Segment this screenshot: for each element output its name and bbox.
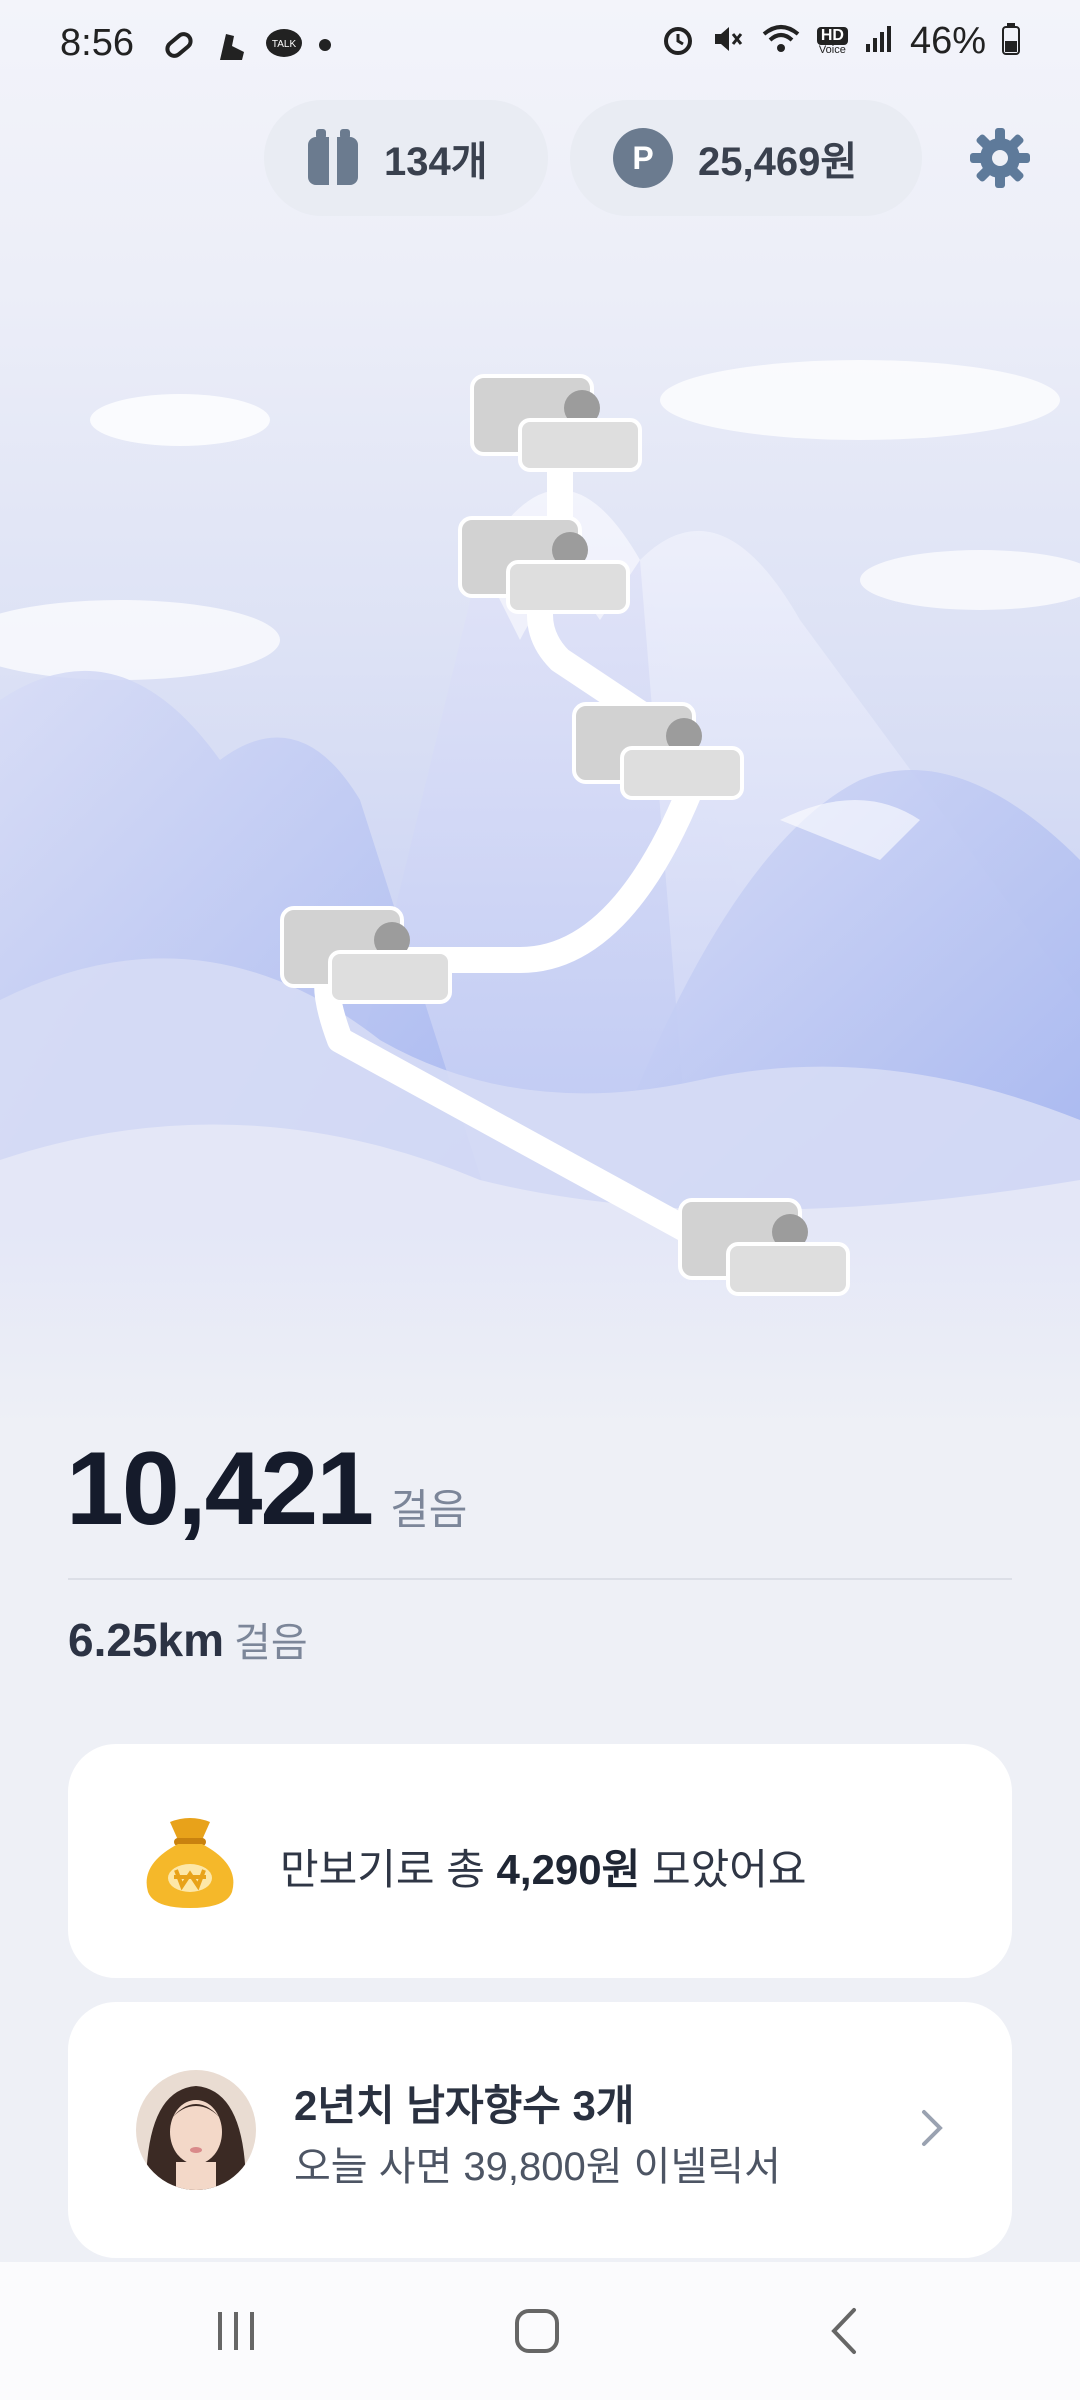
home-button[interactable] (512, 2306, 562, 2361)
avatar (136, 2070, 256, 2190)
pill-icon (160, 26, 198, 69)
back-button[interactable] (820, 2306, 870, 2361)
points-balance: 25,469원 (698, 140, 858, 184)
dot-icon (318, 38, 332, 57)
savings-text: 만보기로 총 4,290원 모았어요 (280, 1846, 807, 1893)
mountain-illustration (0, 360, 1080, 1430)
svg-text:TALK: TALK (272, 39, 297, 50)
distance-row: 6.25km 걸음 (68, 1610, 308, 1668)
ad-card[interactable]: 2년치 남자향수 3개 오늘 사면 39,800원 이넬릭서 (68, 2002, 1012, 2258)
recents-button[interactable] (212, 2306, 262, 2361)
distance-unit: 걸음 (234, 1621, 308, 1665)
battery-icon (1002, 23, 1020, 60)
settings-gear-icon[interactable] (968, 126, 1032, 190)
signal-icon (864, 24, 894, 59)
distance-value: 6.25km (68, 1614, 225, 1666)
system-nav-bar (0, 2262, 1080, 2400)
divider (68, 1578, 1012, 1580)
mountain-map (0, 0, 1080, 1430)
chevron-right-icon (920, 2108, 944, 2153)
points-icon: P (612, 127, 674, 189)
ad-title: 2년치 남자향수 3개 (294, 2082, 635, 2129)
ad-subtitle: 오늘 사면 39,800원 이넬릭서 (294, 2145, 781, 2189)
battery-percent: 46% (909, 20, 986, 62)
status-time: 8:56 (60, 22, 134, 64)
money-bag-icon (140, 1814, 240, 1915)
savings-amount: 4,290원 (496, 1846, 641, 1893)
shoe-icon (212, 26, 250, 69)
wifi-icon (761, 22, 801, 61)
hd-voice-icon: HD Voice (816, 27, 848, 56)
kakaotalk-icon: TALK (264, 27, 304, 68)
svg-text:P: P (632, 140, 653, 176)
mute-icon (711, 22, 745, 61)
step-count: 10,421 (66, 1431, 374, 1547)
status-bar: 8:56 TALK HD Voice 46% (0, 0, 1080, 96)
gift-count-pill[interactable]: 134개 (264, 100, 548, 216)
step-unit: 걸음 (390, 1486, 468, 1533)
gift-icon (306, 129, 360, 187)
alarm-icon (661, 22, 695, 61)
gift-count: 134개 (384, 140, 488, 184)
step-count-row: 10,421 걸음 (66, 1430, 467, 1549)
savings-card[interactable]: 만보기로 총 4,290원 모았어요 (68, 1744, 1012, 1978)
points-pill[interactable]: P 25,469원 (570, 100, 922, 216)
